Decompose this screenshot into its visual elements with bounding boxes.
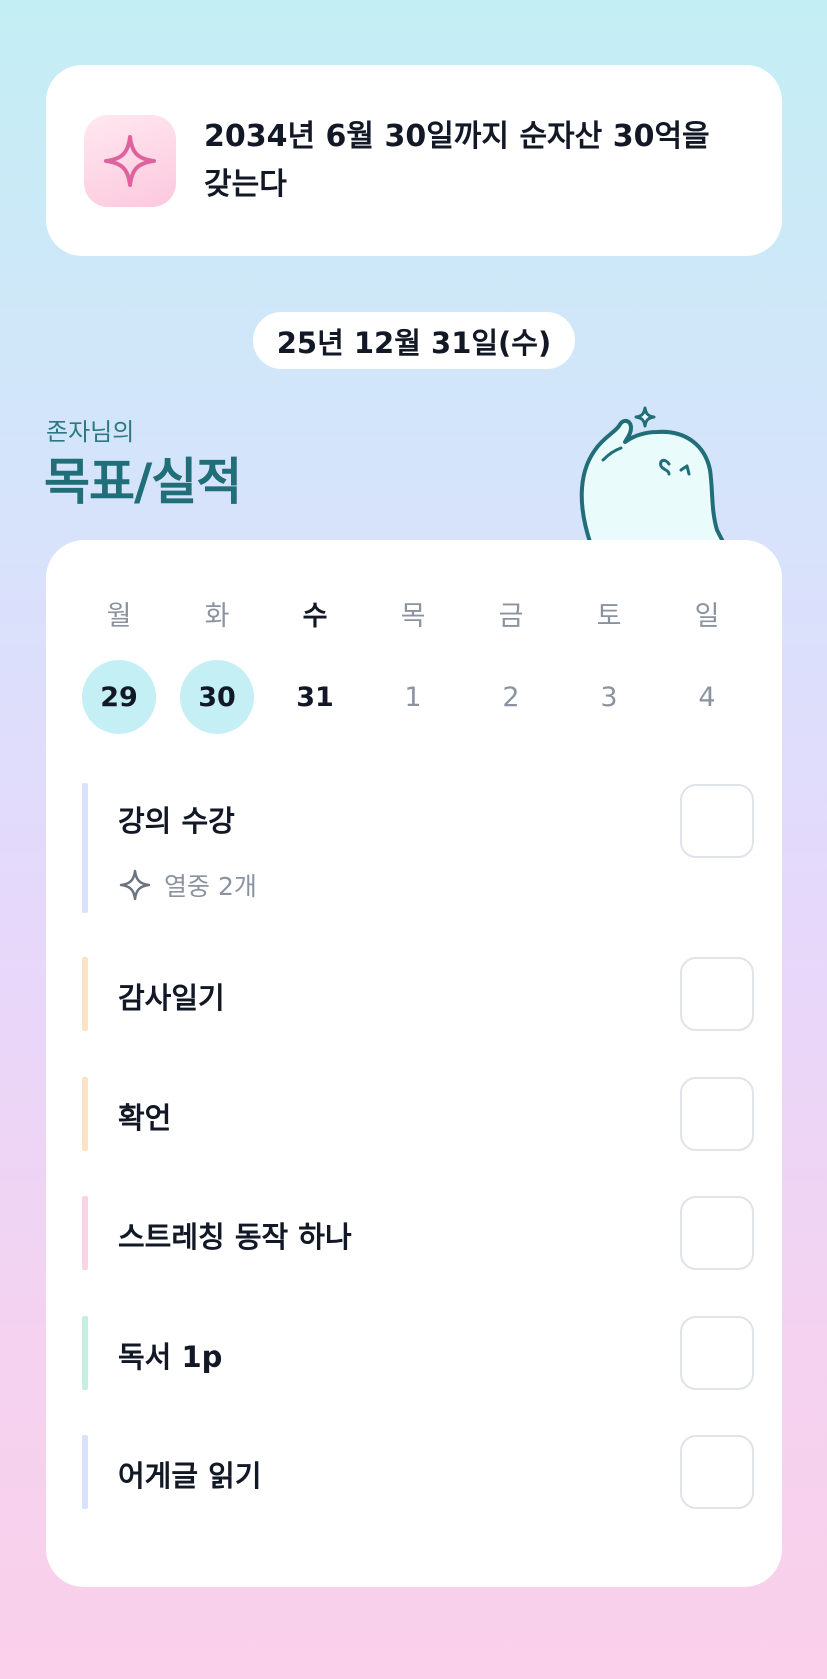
task-checkbox[interactable]: [680, 1196, 754, 1270]
task-label: 독서 1p: [118, 1340, 223, 1374]
task-checkbox[interactable]: [680, 1435, 754, 1509]
task-color-bar: [82, 1435, 88, 1509]
task-checkbox[interactable]: [680, 1077, 754, 1151]
task-label: 어게글 읽기: [118, 1459, 262, 1493]
task-color-bar: [82, 957, 88, 1031]
task-item[interactable]: 강의 수강 열중 2개: [82, 783, 754, 913]
sparkle-icon: [84, 114, 176, 207]
section-title: 목표/실적: [44, 453, 242, 511]
day-label: 금: [498, 601, 524, 632]
task-color-bar: [82, 783, 88, 913]
day-number: 1: [404, 681, 422, 713]
task-streak-label: 열중 2개: [164, 872, 257, 901]
tracker-card: 월 29 화 30 수 31 목 1 금 2 토 3 일 4 강의 수강 열중 …: [46, 540, 782, 1587]
mascot-illustration: [579, 406, 727, 545]
goal-text: 2034년 6월 30일까지 순자산 30억을 갖는다: [204, 118, 710, 202]
task-checkbox[interactable]: [680, 784, 754, 858]
task-color-bar: [82, 1196, 88, 1270]
task-item[interactable]: 어게글 읽기: [82, 1435, 754, 1509]
task-label: 감사일기: [118, 981, 225, 1015]
day-number: 30: [180, 660, 254, 734]
day-number: 29: [82, 660, 156, 734]
day-label: 목: [400, 601, 426, 632]
day-number: 31: [296, 681, 334, 713]
sparkle-icon: [119, 869, 151, 901]
task-checkbox[interactable]: [680, 1316, 754, 1390]
day-label: 월: [106, 601, 132, 632]
day-number: 4: [698, 681, 716, 713]
task-item[interactable]: 확언: [82, 1077, 754, 1151]
date-selector[interactable]: 25년 12월 31일(수): [253, 312, 575, 369]
day-label: 수: [302, 601, 328, 632]
day-label: 토: [596, 601, 622, 632]
task-label: 강의 수강: [118, 804, 235, 838]
task-item[interactable]: 감사일기: [82, 957, 754, 1031]
task-item[interactable]: 독서 1p: [82, 1316, 754, 1390]
goal-card[interactable]: 2034년 6월 30일까지 순자산 30억을 갖는다: [46, 65, 782, 256]
day-number: 3: [600, 681, 618, 713]
day-label: 화: [204, 601, 230, 632]
task-color-bar: [82, 1316, 88, 1390]
task-item[interactable]: 스트레칭 동작 하나: [82, 1196, 754, 1270]
task-streak: 열중 2개: [118, 867, 257, 903]
day-label: 일: [694, 601, 720, 632]
day-number: 2: [502, 681, 520, 713]
task-checkbox[interactable]: [680, 957, 754, 1031]
task-label: 확언: [118, 1101, 172, 1135]
task-label: 스트레칭 동작 하나: [118, 1220, 352, 1254]
task-color-bar: [82, 1077, 88, 1151]
